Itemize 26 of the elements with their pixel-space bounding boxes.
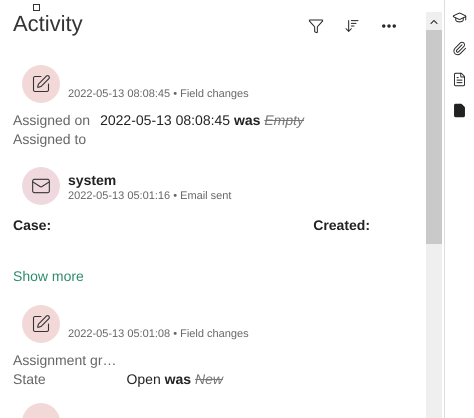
field-name: State [13, 370, 47, 389]
document-icon[interactable] [452, 103, 467, 118]
entry-meta: 2022-05-13 08:08:45 • Field changes [68, 87, 249, 101]
scrollbar-thumb[interactable] [426, 30, 442, 244]
entry-meta: 2022-05-13 05:01:08 • Field changes [68, 327, 249, 341]
email-avatar [22, 167, 60, 205]
email-label: Created: [313, 216, 370, 235]
show-more-link[interactable]: Show more [13, 266, 84, 287]
field-name: Assignment gr… [13, 351, 116, 370]
panel-title: Activity [13, 11, 83, 37]
field-name: Assigned on [13, 111, 90, 130]
edit-avatar [22, 65, 60, 103]
field-value: Open was New [126, 370, 225, 389]
entry-meta: 2022-05-13 05:01:16 • Email sent [68, 189, 232, 203]
small-square-icon [33, 4, 40, 11]
field-name: Assigned to [13, 130, 88, 149]
filter-icon[interactable] [308, 18, 324, 34]
document-icon[interactable] [452, 72, 467, 87]
graduation-cap-icon[interactable] [452, 10, 467, 25]
paperclip-icon[interactable] [452, 41, 467, 56]
email-label: Case: [13, 216, 52, 235]
field-value: 2022-05-13 08:08:45 was Empty [100, 111, 306, 130]
edit-avatar [22, 305, 60, 343]
author-name: system [68, 171, 118, 189]
scrollbar[interactable] [426, 12, 442, 418]
sort-icon[interactable] [344, 18, 360, 34]
